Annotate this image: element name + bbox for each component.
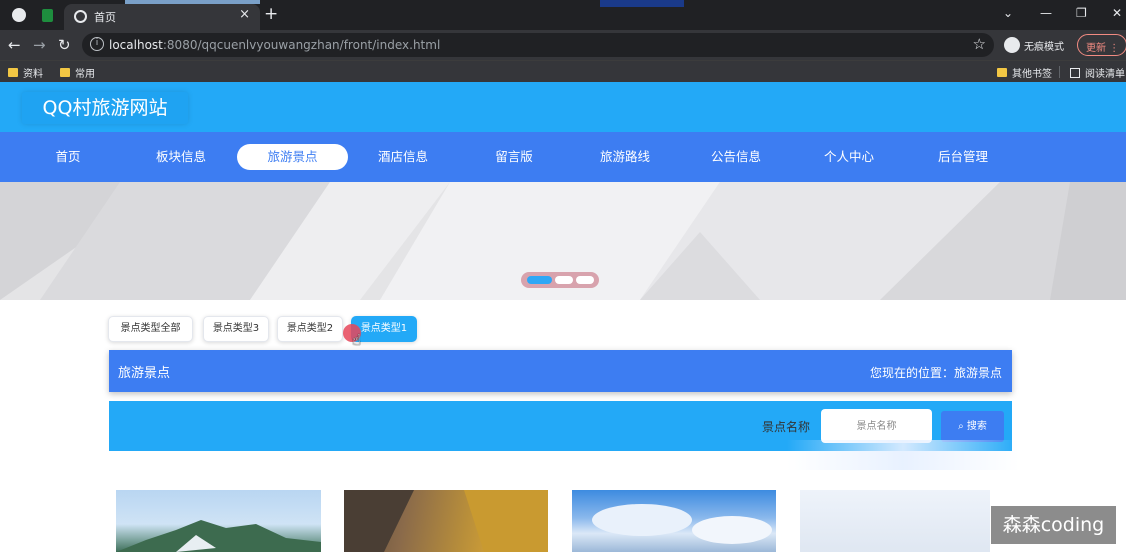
highlight-glow	[787, 440, 1019, 470]
search-button[interactable]: ⌕ 搜索	[941, 411, 1004, 442]
nav-home[interactable]: 首页	[12, 144, 124, 170]
bookmark-folder-ziliao[interactable]: 资料	[8, 65, 43, 80]
folder-icon	[997, 68, 1007, 77]
site-title[interactable]: QQ村旅游网站	[22, 92, 188, 124]
attraction-card-image[interactable]	[116, 490, 321, 552]
hand-cursor-icon: ☝	[352, 331, 362, 349]
background-image-fragment	[600, 0, 684, 7]
browser-tab-strip: 首页 × + ⌄ — ❐ ✕	[0, 0, 1126, 30]
minimize-icon[interactable]: —	[1040, 6, 1052, 20]
search-label: 景点名称	[762, 420, 811, 434]
reload-icon[interactable]: ↻	[58, 36, 71, 54]
filter-type-3[interactable]: 景点类型3	[203, 316, 269, 342]
folder-icon	[60, 68, 70, 77]
reading-list[interactable]: 阅读清单	[1070, 65, 1125, 80]
main-nav: 首页 板块信息 旅游景点 酒店信息 留言版 旅游路线 公告信息 个人中心 后台管…	[0, 132, 1126, 182]
site-header: QQ村旅游网站	[0, 82, 1126, 132]
incognito-label: 无痕模式	[1024, 41, 1064, 53]
carousel-dot-2[interactable]	[555, 276, 573, 284]
address-bar[interactable]: i localhost:8080/qqcuenlvyouwangzhan/fro…	[82, 33, 994, 57]
window-close-icon[interactable]: ✕	[1112, 6, 1122, 20]
section-header: 旅游景点 您现在的位置：旅游景点	[109, 350, 1012, 392]
reading-list-icon	[1070, 67, 1080, 78]
url-text[interactable]: localhost:8080/qqcuenlvyouwangzhan/front…	[109, 38, 440, 52]
pinned-tab-icon[interactable]	[12, 8, 26, 22]
search-input[interactable]	[821, 409, 932, 443]
folder-icon	[8, 68, 18, 77]
section-title: 旅游景点	[118, 366, 171, 381]
active-tab[interactable]: 首页 ×	[64, 4, 260, 30]
site-info-icon[interactable]: i	[90, 37, 104, 51]
tab-search-chevron-icon[interactable]: ⌄	[1003, 6, 1013, 20]
bookmark-star-icon[interactable]: ☆	[973, 35, 986, 53]
filter-all-types[interactable]: 景点类型全部	[108, 316, 193, 342]
breadcrumb: 您现在的位置：旅游景点	[869, 366, 1002, 380]
other-bookmarks[interactable]: 其他书签	[997, 65, 1052, 80]
attraction-card-image[interactable]	[572, 490, 776, 552]
nav-admin[interactable]: 后台管理	[907, 144, 1019, 170]
tab-close-icon[interactable]: ×	[239, 7, 250, 22]
attraction-card-image[interactable]	[344, 490, 548, 552]
restore-icon[interactable]: ❐	[1076, 6, 1087, 20]
bookmark-folder-changyong[interactable]: 常用	[60, 65, 95, 80]
tab-title: 首页	[94, 11, 116, 24]
filter-type-2[interactable]: 景点类型2	[277, 316, 343, 342]
update-button[interactable]: 更新 ⋮	[1077, 34, 1126, 56]
nav-profile[interactable]: 个人中心	[793, 144, 905, 170]
globe-icon	[74, 10, 87, 23]
nav-routes[interactable]: 旅游路线	[569, 144, 681, 170]
sheets-tab-icon[interactable]	[42, 9, 53, 22]
back-icon[interactable]: ←	[8, 36, 21, 54]
attraction-card-image[interactable]	[800, 490, 990, 552]
forward-icon[interactable]: →	[33, 36, 46, 54]
nav-board-info[interactable]: 板块信息	[125, 144, 237, 170]
carousel-dot-3[interactable]	[576, 276, 594, 284]
nav-guestbook[interactable]: 留言版	[458, 144, 570, 170]
incognito-icon	[1004, 37, 1020, 53]
watermark: 森森coding	[991, 506, 1116, 544]
nav-attractions[interactable]: 旅游景点	[237, 144, 348, 170]
browser-toolbar: ← → ↻ i localhost:8080/qqcuenlvyouwangzh…	[0, 30, 1126, 60]
bookmarks-bar: 资料 常用 其他书签 阅读清单	[0, 60, 1126, 82]
search-icon: ⌕	[958, 421, 964, 432]
nav-announcements[interactable]: 公告信息	[680, 144, 792, 170]
nav-hotels[interactable]: 酒店信息	[347, 144, 459, 170]
incognito-indicator[interactable]: 无痕模式	[1004, 37, 1064, 53]
carousel-dot-1[interactable]	[527, 276, 552, 284]
new-tab-button[interactable]: +	[264, 4, 278, 24]
bookmarks-divider	[1059, 66, 1060, 78]
